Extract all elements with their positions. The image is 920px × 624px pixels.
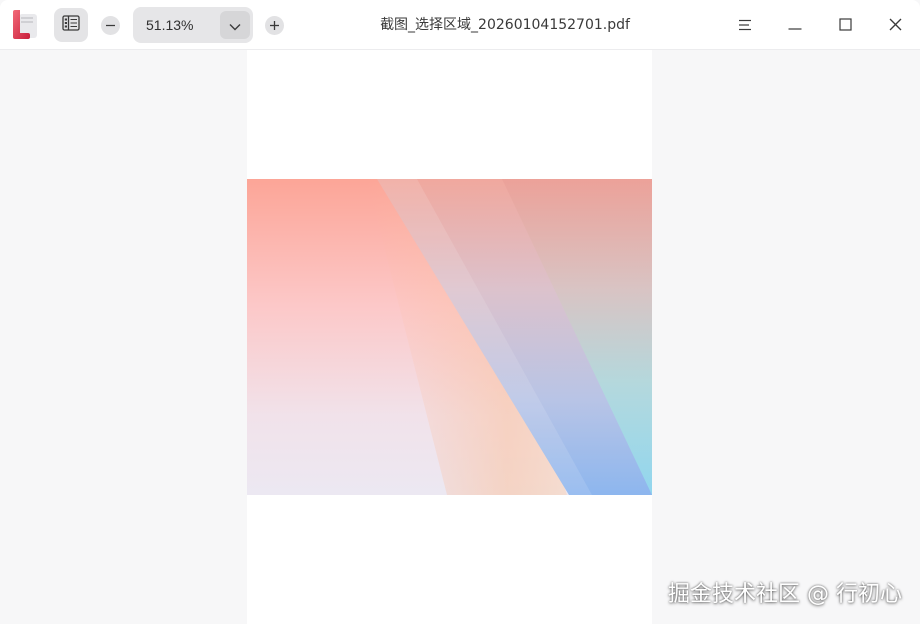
document-view-area[interactable]: 掘金技术社区 @ 行初心 <box>0 50 920 624</box>
zoom-out-button[interactable] <box>101 16 120 35</box>
maximize-button[interactable] <box>830 10 860 40</box>
close-button[interactable] <box>880 10 910 40</box>
close-icon <box>889 16 902 35</box>
plus-icon <box>269 16 280 35</box>
thumbnails-icon <box>62 15 80 35</box>
document-viewer-window: 51.13% 截图_选择区域_20260104152701.pdf 掘金技术社区… <box>0 0 920 624</box>
thumbnails-toggle-button[interactable] <box>54 8 88 42</box>
maximize-icon <box>838 16 852 35</box>
pdf-page[interactable] <box>247 50 652 624</box>
minus-icon <box>105 16 116 35</box>
zoom-level-value[interactable]: 51.13% <box>146 7 193 43</box>
minimize-button[interactable] <box>780 10 810 40</box>
minimize-icon <box>788 16 802 35</box>
zoom-level-combobox[interactable]: 51.13% <box>133 7 253 43</box>
watermark-text: 掘金技术社区 @ 行初心 <box>668 582 902 607</box>
page-image <box>247 179 652 495</box>
zoom-dropdown-button[interactable] <box>220 11 250 39</box>
titlebar: 51.13% 截图_选择区域_20260104152701.pdf <box>0 0 920 50</box>
document-title: 截图_选择区域_20260104152701.pdf <box>380 17 630 33</box>
zoom-in-button[interactable] <box>265 16 284 35</box>
document-viewer-logo-icon <box>10 9 40 41</box>
main-menu-button[interactable] <box>730 10 760 40</box>
menu-icon <box>738 16 752 35</box>
chevron-down-icon <box>229 16 241 35</box>
